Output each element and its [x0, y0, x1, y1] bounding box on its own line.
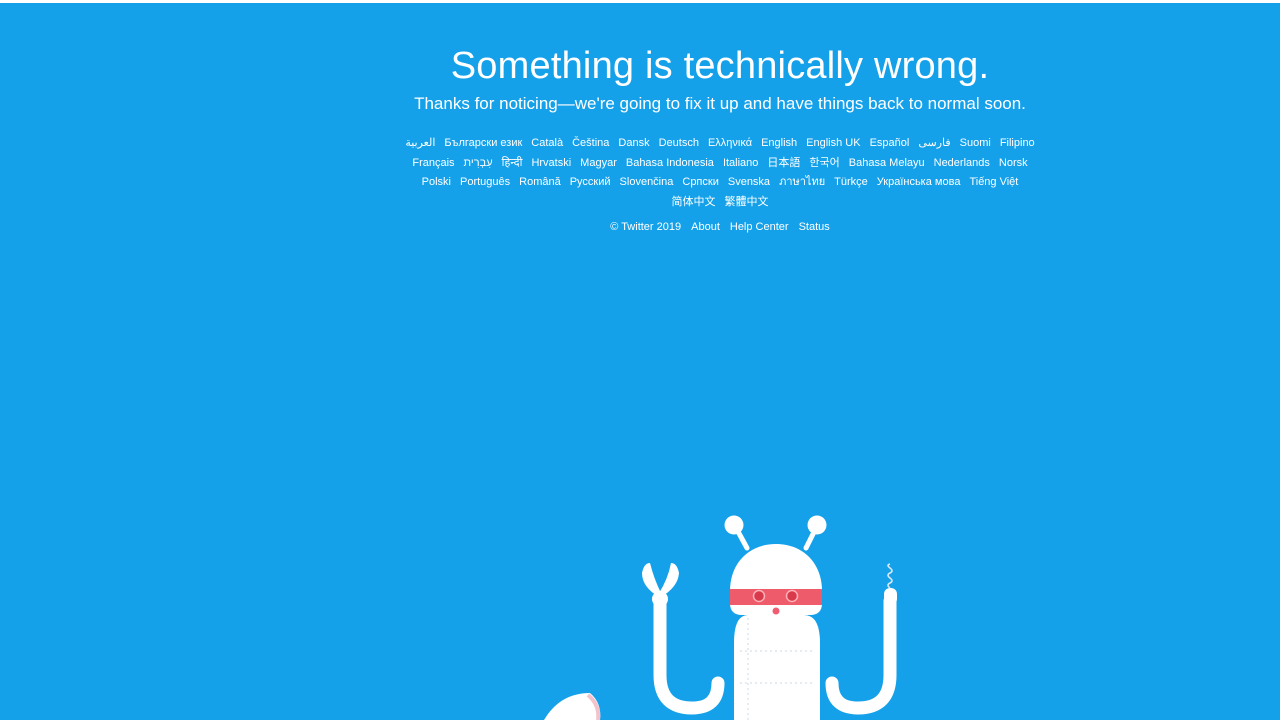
robot-antennae — [724, 515, 827, 551]
robot-hand — [884, 563, 897, 605]
error-page: Something is technically wrong. Thanks f… — [0, 3, 1280, 720]
robot-head — [730, 544, 822, 615]
robot-illustration — [544, 515, 897, 720]
robot-body — [734, 615, 820, 720]
robot-claw — [642, 563, 679, 607]
beach-ball — [544, 693, 601, 720]
